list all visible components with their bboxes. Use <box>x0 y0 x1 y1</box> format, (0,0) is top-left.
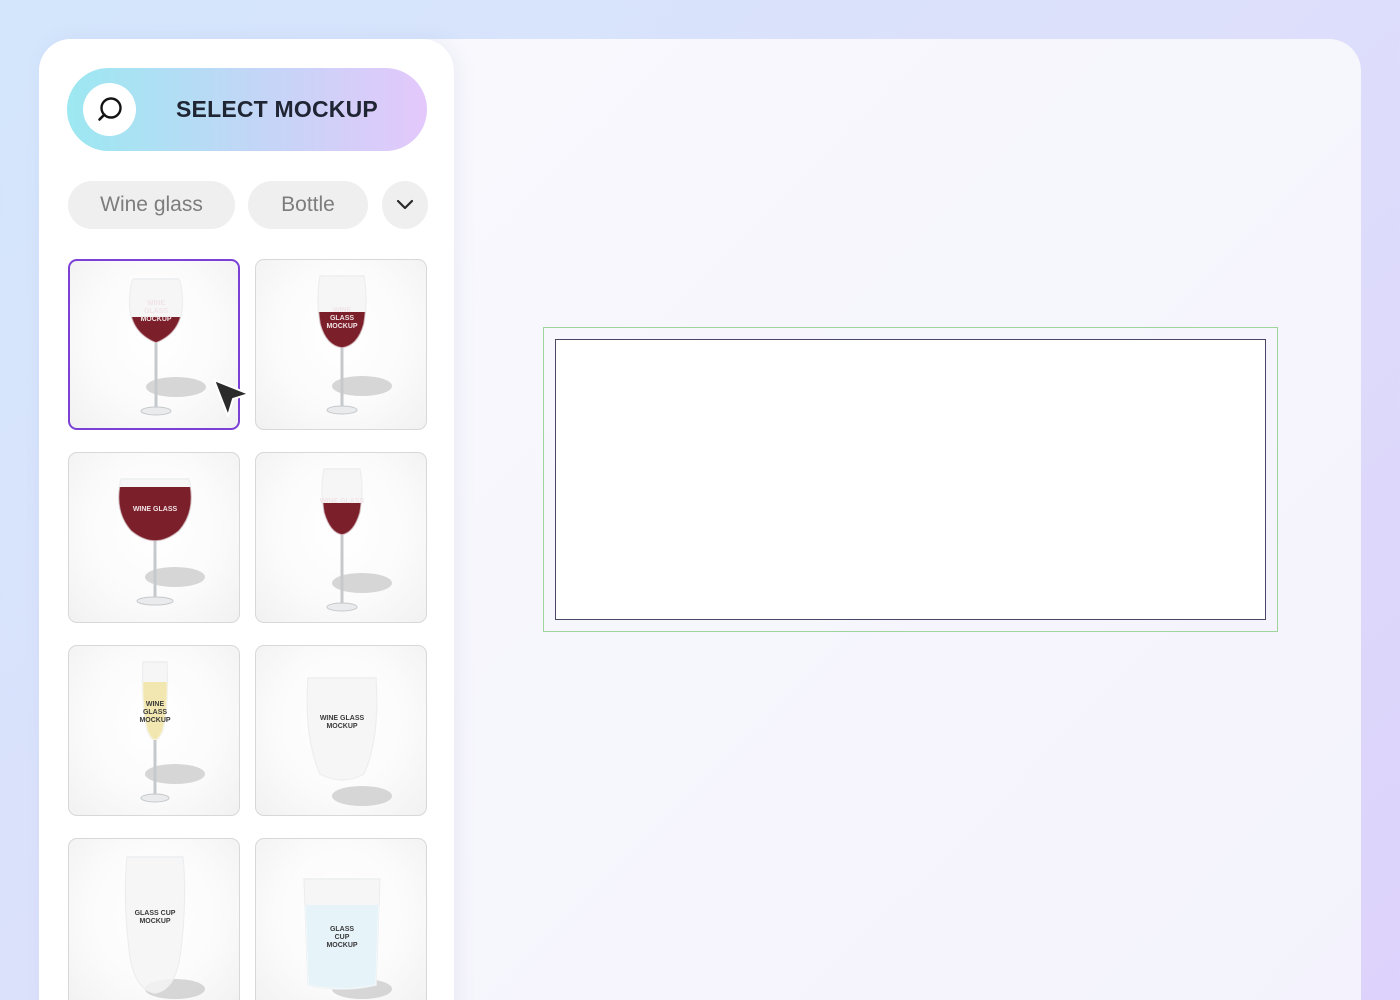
mockup-label-text: GLASS CUP <box>135 910 176 917</box>
mockup-image: WINE GLASSMOCKUP <box>306 677 392 806</box>
mockup-thumbnail-wine-glass-tulip[interactable]: WINE GLASS MOCKUP <box>255 259 427 430</box>
mockup-image: WINE GLASS <box>117 478 205 606</box>
search-icon-circle <box>83 83 136 136</box>
mockup-label-text: MOCKUP <box>326 723 357 730</box>
mockup-label-text: WINE <box>146 701 165 708</box>
mockup-label-text: CUP <box>335 934 350 941</box>
mockup-thumbnail-wine-glass-slim[interactable]: WINE GLASS <box>255 452 427 623</box>
mockup-thumbnail-champagne-flute[interactable]: WINE GLASS MOCKUP <box>68 645 240 816</box>
mockup-label-text: WINE <box>147 300 166 307</box>
mockup-image: GLASSCUPMOCKUP <box>303 878 392 999</box>
design-canvas[interactable] <box>555 339 1266 620</box>
mockup-label-text: GLASS <box>144 308 168 315</box>
mockup-image: WINEGLASSMOCKUP <box>139 661 205 803</box>
mockup-label-text: GLASS <box>330 926 354 933</box>
mockup-image: WINE GLASS <box>320 468 392 612</box>
mockup-label-text: MOCKUP <box>139 918 170 925</box>
mockup-label-text: GLASS <box>143 709 167 716</box>
mockup-image: WINEGLASSMOCKUP <box>317 275 392 415</box>
mockup-image: GLASS CUPMOCKUP <box>124 856 205 999</box>
mockup-label-text: WINE GLASS <box>320 715 365 722</box>
mockup-label-text: MOCKUP <box>139 717 170 724</box>
mockup-thumbnail-glass-cup-tall[interactable]: GLASS CUP MOCKUP <box>68 838 240 1000</box>
more-filters-button[interactable] <box>382 181 428 229</box>
mockup-label-text: WINE GLASS <box>320 498 365 505</box>
select-mockup-label: SELECT MOCKUP <box>176 96 378 122</box>
mockup-label-text: WINE GLASS <box>133 506 178 513</box>
arrow-cursor-icon <box>213 379 250 417</box>
select-mockup-button[interactable]: SELECT MOCKUP <box>67 68 427 151</box>
filter-chip-label: Bottle <box>281 193 335 216</box>
filter-chip-label: Wine glass <box>100 193 203 216</box>
chevron-down-icon <box>396 199 414 210</box>
mockup-label-text: MOCKUP <box>326 942 357 949</box>
mockup-thumbnail-stemless-glass[interactable]: WINE GLASS MOCKUP <box>255 645 427 816</box>
mockup-label-text: WINE <box>333 307 352 314</box>
filter-chip-bottle[interactable]: Bottle <box>248 181 368 229</box>
mockup-label-text: MOCKUP <box>326 323 357 330</box>
search-icon <box>97 96 122 121</box>
mockup-thumbnail-wine-glass-balloon[interactable]: WINE GLASS <box>68 452 240 623</box>
mockup-label-text: GLASS <box>330 315 354 322</box>
mockup-label-text: MOCKUP <box>140 316 171 323</box>
filter-chip-wine-glass[interactable]: Wine glass <box>68 181 235 229</box>
mockup-thumbnail-glass-cup-short[interactable]: GLASS CUP MOCKUP <box>255 838 427 1000</box>
mockup-sidebar: SELECT MOCKUP Wine glass Bottle WINE GLAS… <box>39 39 454 1000</box>
